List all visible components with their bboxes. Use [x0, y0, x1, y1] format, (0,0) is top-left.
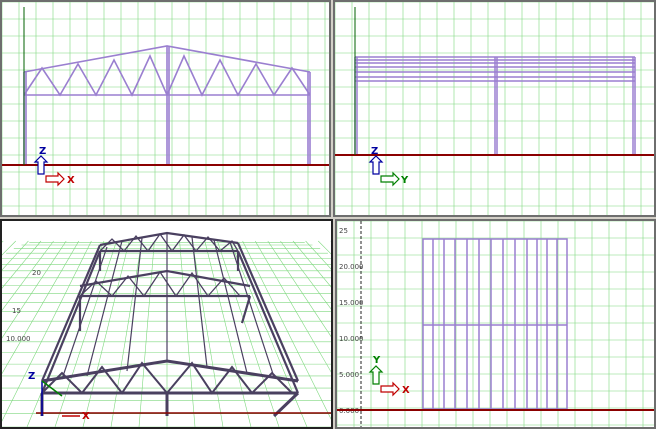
front-grid [2, 2, 329, 215]
svg-text:X: X [402, 385, 410, 396]
svg-text:5.000: 5.000 [339, 371, 359, 379]
svg-text:15.000: 15.000 [339, 299, 364, 307]
plan-axis-triad: Y X [368, 355, 410, 397]
svg-text:Z: Z [28, 371, 35, 382]
front-view-canvas[interactable]: Z X [2, 2, 329, 215]
svg-text:10.000: 10.000 [6, 335, 31, 343]
svg-text:X: X [67, 175, 75, 186]
z-arrow-icon [368, 155, 384, 175]
plan-frame [422, 238, 568, 410]
svg-text:20.000: 20.000 [339, 263, 364, 271]
front-viewport[interactable]: Z X [0, 0, 331, 217]
svg-text:Z: Z [39, 146, 46, 157]
front-truss [23, 45, 311, 164]
perspective-viewport[interactable]: 20 15 10.000 Z X [0, 219, 333, 429]
plan-grid [337, 221, 654, 427]
plan-viewport[interactable]: 25 20.000 15.000 10.000 5.000 0.000 Y [335, 219, 656, 429]
y-arrow-icon [368, 365, 384, 385]
svg-text:Y: Y [400, 175, 409, 186]
perspective-structure [40, 231, 300, 418]
svg-text:Y: Y [372, 355, 381, 366]
y-arrow-icon [380, 171, 400, 187]
side-frame [354, 56, 636, 154]
side-view-canvas[interactable]: Z Y [335, 2, 654, 215]
side-viewport[interactable]: Z Y [333, 0, 656, 217]
svg-text:Z: Z [371, 146, 378, 157]
svg-text:25: 25 [339, 227, 348, 235]
x-arrow-icon [380, 381, 400, 397]
plan-view-canvas[interactable]: 25 20.000 15.000 10.000 5.000 0.000 Y [337, 221, 654, 427]
svg-text:15: 15 [12, 307, 21, 315]
svg-text:20: 20 [32, 269, 41, 277]
svg-text:X: X [82, 411, 90, 422]
perspective-view-canvas[interactable]: 20 15 10.000 Z X [2, 221, 331, 427]
x-arrow-icon [45, 171, 65, 187]
svg-text:10.000: 10.000 [339, 335, 364, 343]
